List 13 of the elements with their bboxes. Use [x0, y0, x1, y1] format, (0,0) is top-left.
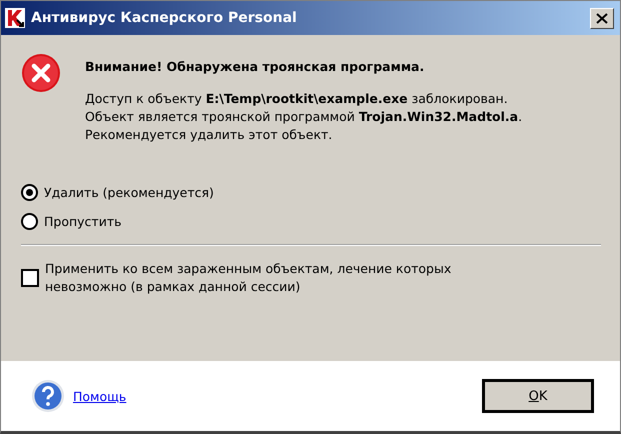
close-icon	[596, 12, 608, 24]
action-radio[interactable]: Пропустить	[21, 213, 596, 230]
ok-button[interactable]: OK	[482, 379, 594, 413]
app-logo-icon	[5, 8, 25, 28]
close-button[interactable]	[590, 8, 614, 28]
alert-heading: Внимание! Обнаружена троянская программа.	[85, 59, 426, 74]
alert-message: Доступ к объекту E:\Temp\rootkit\example.exe заблокирован. Объект является троянской программой Trojan.Win32.Madtol.a. Рекомендуется удалить этот объект.	[85, 90, 524, 144]
action-radio[interactable]: Удалить (рекомендуется)	[21, 184, 596, 201]
apply-all-checkbox[interactable]: Применить ко всем зараженным объектам, лечение которых невозможно (в рамках данной сессии)	[21, 260, 596, 296]
help-icon	[31, 379, 65, 413]
window-title: Антивирус Касперского Personal	[31, 10, 298, 26]
help-link[interactable]: Помощь	[73, 388, 126, 404]
error-icon	[21, 53, 61, 93]
